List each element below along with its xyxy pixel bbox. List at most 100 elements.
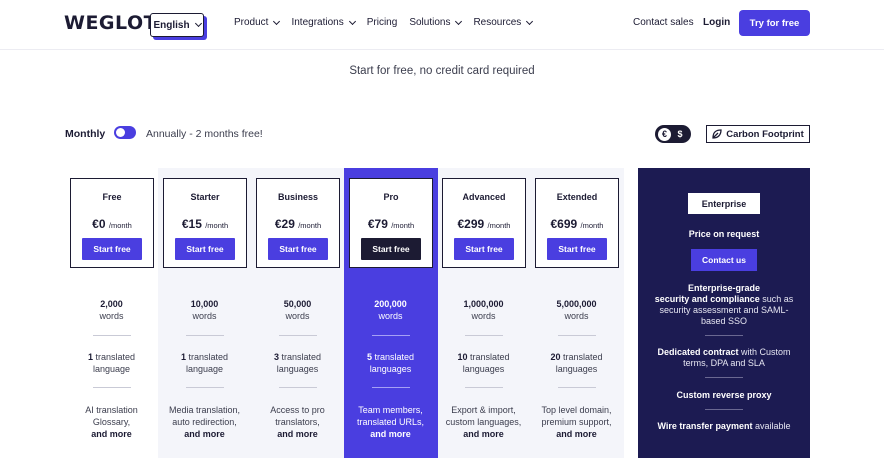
feature-bold: Wire transfer payment bbox=[657, 421, 753, 431]
annually-label[interactable]: Annually - 2 months free! bbox=[146, 128, 263, 140]
currency-usd[interactable]: $ bbox=[674, 129, 686, 139]
plan-card-extended: Extended €699 /month Start free bbox=[535, 178, 619, 268]
nav-label: Pricing bbox=[366, 17, 398, 28]
and-more-link[interactable]: and more bbox=[277, 429, 318, 439]
enterprise-plan-name: Enterprise bbox=[688, 193, 760, 214]
nav-solutions[interactable]: Solutions bbox=[409, 17, 463, 28]
currency-eur[interactable]: € bbox=[658, 127, 671, 141]
plan-card-pro: Pro €79 /month Start free bbox=[349, 178, 433, 268]
contact-sales-link[interactable]: Contact sales bbox=[633, 17, 694, 28]
feature-text: security assessment and SAML- bbox=[659, 305, 789, 315]
feature-text: based SSO bbox=[700, 316, 748, 326]
start-free-button[interactable]: Start free bbox=[268, 238, 328, 260]
extras-feature: Top level domain, premium support, and mor… bbox=[530, 404, 623, 440]
languages-label: languages bbox=[276, 364, 319, 374]
currency-switch[interactable]: € $ bbox=[655, 125, 691, 143]
extra-line: translators, bbox=[275, 417, 320, 427]
language-selector[interactable]: English bbox=[150, 13, 204, 37]
feature-text: terms, DPA and SLA bbox=[683, 358, 765, 368]
feature-text: available bbox=[752, 421, 791, 431]
languages-label: language bbox=[185, 364, 224, 374]
languages-label: translated bbox=[470, 352, 510, 362]
extra-line: Export & import, bbox=[451, 405, 516, 415]
chevron-down-icon bbox=[526, 17, 534, 25]
and-more-link[interactable]: and more bbox=[370, 429, 411, 439]
chevron-down-icon bbox=[455, 17, 463, 25]
languages-label: translated bbox=[563, 352, 603, 362]
nav-pricing[interactable]: Pricing bbox=[367, 17, 398, 28]
extra-line: Team members, bbox=[358, 405, 423, 415]
extra-line: Glossary, bbox=[92, 417, 131, 427]
price-value: €15 bbox=[181, 217, 202, 231]
extras-feature: Media translation, auto redirection, and m… bbox=[158, 404, 251, 440]
plan-price: €699 /month bbox=[536, 217, 618, 231]
feature-bold: security and compliance bbox=[654, 294, 760, 304]
carbon-footprint-button[interactable]: Carbon Footprint bbox=[706, 125, 810, 143]
nav-integrations[interactable]: Integrations bbox=[291, 17, 356, 28]
languages-label: language bbox=[92, 364, 131, 374]
divider bbox=[558, 387, 596, 388]
start-free-button[interactable]: Start free bbox=[547, 238, 607, 260]
enterprise-security-feature: Enterprise-grade security and compliance … bbox=[648, 283, 800, 327]
and-more-link[interactable]: and more bbox=[556, 429, 597, 439]
languages-label: languages bbox=[555, 364, 598, 374]
words-count: 10,000 bbox=[190, 299, 219, 309]
enterprise-column: Enterprise Price on request Contact us E… bbox=[638, 168, 810, 458]
start-free-button[interactable]: Start free bbox=[454, 238, 514, 260]
words-label: words bbox=[192, 311, 217, 321]
extra-line: auto redirection, bbox=[172, 417, 237, 427]
divider bbox=[372, 387, 410, 388]
price-period: /month bbox=[298, 221, 322, 230]
extra-line: AI translation bbox=[85, 405, 138, 415]
login-link[interactable]: Login bbox=[703, 17, 730, 28]
words-label: words bbox=[564, 311, 589, 321]
nav-resources[interactable]: Resources bbox=[473, 17, 534, 28]
languages-count: 3 bbox=[273, 352, 279, 362]
words-feature: 5,000,000 words bbox=[530, 298, 623, 322]
divider bbox=[93, 335, 131, 336]
languages-feature: 5 translated languages bbox=[344, 351, 437, 375]
plan-price: €15 /month bbox=[164, 217, 246, 231]
try-for-free-button[interactable]: Try for free bbox=[739, 10, 810, 36]
nav-label: Resources bbox=[473, 17, 522, 28]
price-period: /month bbox=[487, 221, 511, 230]
contact-us-button[interactable]: Contact us bbox=[691, 249, 757, 271]
monthly-label[interactable]: Monthly bbox=[65, 128, 105, 140]
and-more-link[interactable]: and more bbox=[91, 429, 132, 439]
divider bbox=[705, 409, 743, 410]
start-free-button[interactable]: Start free bbox=[175, 238, 235, 260]
chevron-down-icon bbox=[194, 19, 202, 28]
and-more-link[interactable]: and more bbox=[463, 429, 504, 439]
divider bbox=[705, 377, 743, 378]
words-count: 200,000 bbox=[374, 299, 407, 309]
pricing-subtitle: Start for free, no credit card required bbox=[349, 65, 535, 77]
price-value: €79 bbox=[367, 217, 388, 231]
start-free-button[interactable]: Start free bbox=[361, 238, 421, 260]
language-label: English bbox=[153, 19, 190, 31]
languages-label: translated bbox=[281, 352, 322, 362]
plan-name: Pro bbox=[383, 192, 399, 202]
plan-name: Advanced bbox=[462, 192, 506, 202]
plan-name: Starter bbox=[190, 192, 220, 202]
billing-toggle[interactable] bbox=[114, 126, 136, 139]
extra-line: premium support, bbox=[541, 417, 612, 427]
price-period: /month bbox=[205, 221, 229, 230]
enterprise-contract-feature: Dedicated contract with Custom terms, DPA… bbox=[648, 347, 800, 369]
languages-feature: 1 translated language bbox=[65, 351, 158, 375]
languages-feature: 20 translated languages bbox=[530, 351, 623, 375]
words-label: words bbox=[471, 311, 496, 321]
words-feature: 2,000 words bbox=[65, 298, 158, 322]
leaf-icon bbox=[712, 129, 722, 139]
plan-card-free: Free €0 /month Start free bbox=[70, 178, 154, 268]
divider bbox=[186, 335, 224, 336]
nav-product[interactable]: Product bbox=[234, 17, 281, 28]
weglot-logo[interactable]: WEGLOT bbox=[64, 12, 157, 34]
start-free-button[interactable]: Start free bbox=[82, 238, 142, 260]
languages-count: 1 bbox=[87, 352, 93, 362]
words-label: words bbox=[285, 311, 310, 321]
price-value: €699 bbox=[550, 217, 578, 231]
words-feature: 10,000 words bbox=[158, 298, 251, 322]
divider bbox=[279, 387, 317, 388]
price-period: /month bbox=[391, 221, 415, 230]
and-more-link[interactable]: and more bbox=[184, 429, 225, 439]
